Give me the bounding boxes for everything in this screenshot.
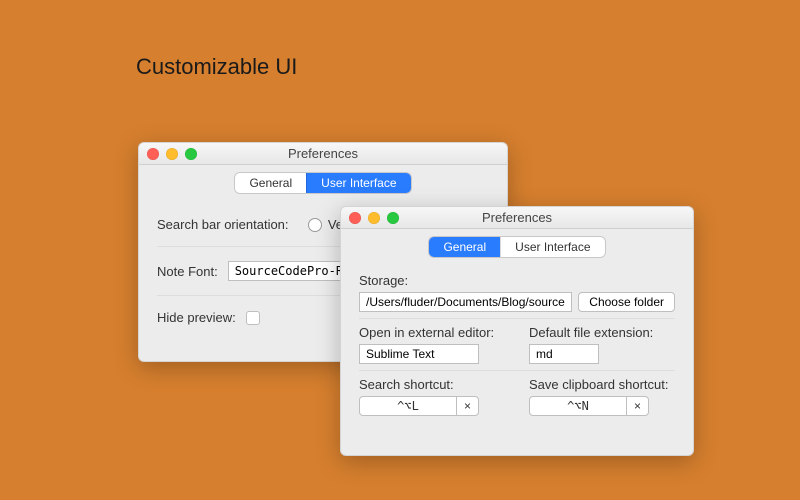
tab-general[interactable]: General (429, 237, 500, 257)
storage-label: Storage: (359, 273, 675, 288)
divider (359, 370, 675, 371)
close-icon[interactable] (349, 212, 361, 224)
clear-shortcut-button[interactable]: × (456, 397, 478, 415)
preferences-window-general: Preferences General User Interface Stora… (340, 206, 694, 456)
clear-shortcut-button[interactable]: × (626, 397, 648, 415)
default-ext-label: Default file extension: (529, 325, 675, 340)
tab-user-interface[interactable]: User Interface (500, 237, 604, 257)
tab-general[interactable]: General (235, 173, 306, 193)
close-icon[interactable] (147, 148, 159, 160)
open-external-label: Open in external editor: (359, 325, 505, 340)
storage-field[interactable] (359, 292, 572, 312)
page-title: Customizable UI (136, 54, 297, 80)
tabbar: General User Interface (341, 229, 693, 265)
minimize-icon[interactable] (166, 148, 178, 160)
open-external-field[interactable] (359, 344, 479, 364)
choose-folder-button[interactable]: Choose folder (578, 292, 675, 312)
minimize-icon[interactable] (368, 212, 380, 224)
traffic-lights (349, 212, 399, 224)
hide-preview-checkbox[interactable] (246, 311, 260, 325)
divider (359, 318, 675, 319)
tab-segmented-control: General User Interface (429, 237, 604, 257)
titlebar: Preferences (341, 207, 693, 229)
hide-preview-label: Hide preview: (157, 310, 236, 325)
window-title: Preferences (288, 146, 358, 161)
tab-segmented-control: General User Interface (235, 173, 410, 193)
radio-button-icon (308, 218, 322, 232)
tabbar: General User Interface (139, 165, 507, 201)
traffic-lights (147, 148, 197, 160)
titlebar: Preferences (139, 143, 507, 165)
editor-ext-row: Open in external editor: Default file ex… (359, 325, 675, 364)
save-shortcut-box[interactable]: ^⌥N × (529, 396, 649, 416)
window-title: Preferences (482, 210, 552, 225)
zoom-icon[interactable] (185, 148, 197, 160)
search-shortcut-label: Search shortcut: (359, 377, 505, 392)
default-ext-field[interactable] (529, 344, 599, 364)
search-orientation-label: Search bar orientation: (157, 217, 289, 232)
zoom-icon[interactable] (387, 212, 399, 224)
shortcuts-row: Search shortcut: ^⌥L × Save clipboard sh… (359, 377, 675, 416)
search-shortcut-value: ^⌥L (360, 397, 456, 415)
save-shortcut-label: Save clipboard shortcut: (529, 377, 675, 392)
window-body: Storage: Choose folder Open in external … (341, 265, 693, 432)
tab-user-interface[interactable]: User Interface (306, 173, 410, 193)
note-font-label: Note Font: (157, 264, 218, 279)
search-shortcut-box[interactable]: ^⌥L × (359, 396, 479, 416)
save-shortcut-value: ^⌥N (530, 397, 626, 415)
